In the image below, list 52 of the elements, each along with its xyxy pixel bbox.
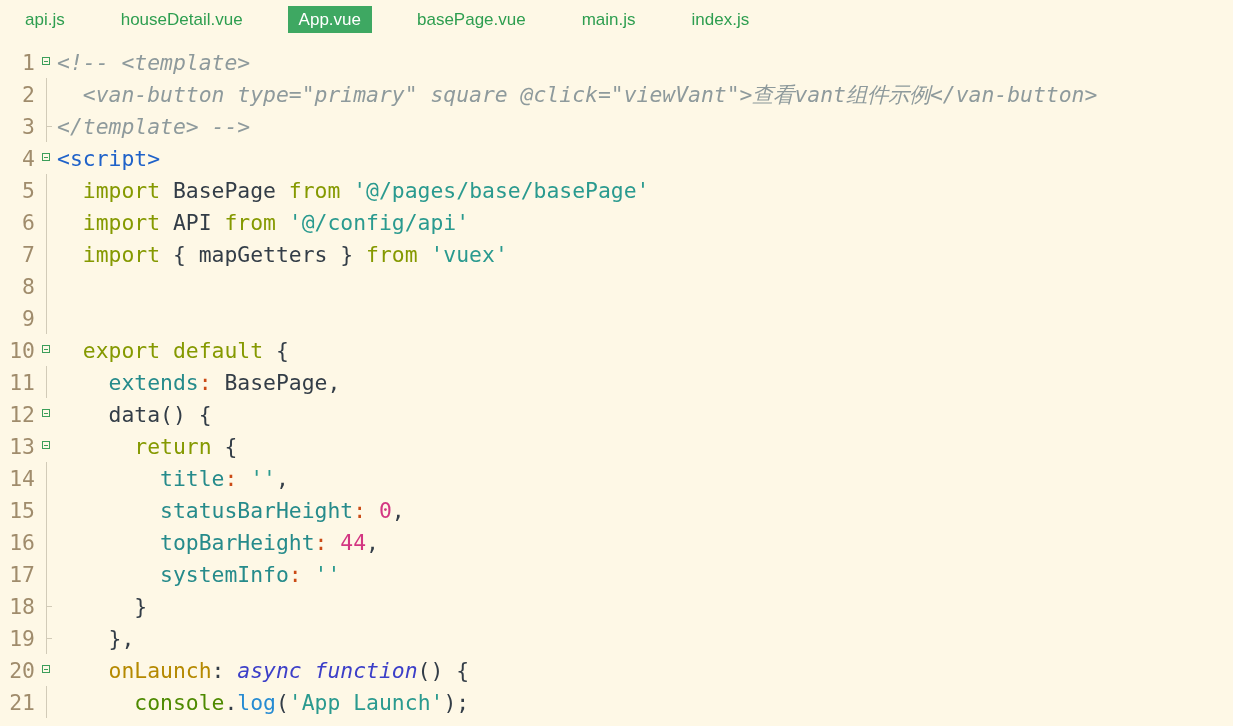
code-line: return { [133,433,238,459]
line-number: 1 [21,49,35,75]
line-number: 15 [8,497,35,523]
fold-icon[interactable] [42,441,50,449]
line-number: 18 [8,593,35,619]
code-line: systemInfo: '' [159,561,341,587]
code-line: statusBarHeight: 0, [159,497,405,523]
code-line: <script> [57,145,161,171]
fold-icon[interactable] [42,153,50,161]
line-number: 14 [8,465,35,491]
line-number: 6 [21,209,35,235]
fold-icon[interactable] [42,345,50,353]
code-line: console.log('App Launch'); [133,689,470,715]
line-number: 5 [21,177,35,203]
line-number: 20 [8,657,35,683]
line-number: 11 [8,369,35,395]
fold-icon[interactable] [42,665,50,673]
file-tab[interactable]: houseDetail.vue [109,6,254,33]
file-tab[interactable]: App.vue [287,6,372,33]
line-number: 10 [8,337,35,363]
code-line: title: '', [159,465,289,491]
code-line: import API from '@/config/api' [81,209,470,235]
line-number: 4 [21,145,35,171]
fold-icon[interactable] [42,409,50,417]
line-number: 12 [8,401,35,427]
code-line: <!-- <template> [57,49,251,75]
code-line: extends: BasePage, [107,369,341,395]
line-number: 8 [21,273,35,299]
line-number: 7 [21,241,35,267]
code-line: import BasePage from '@/pages/base/basePage' [81,177,650,203]
code-line: onLaunch: async function() { [107,657,470,683]
line-number: 2 [21,81,35,107]
code-line: export default { [81,337,289,363]
line-number: 19 [8,625,35,651]
line-number: 16 [8,529,35,555]
file-tab[interactable]: basePage.vue [406,6,537,33]
fold-icon[interactable] [42,57,50,65]
line-number: 17 [8,561,35,587]
code-line: data() { [107,401,212,427]
line-number: 13 [8,433,35,459]
file-tab[interactable]: api.js [14,6,76,33]
code-line: }, [107,625,135,651]
line-number: 3 [21,113,35,139]
code-line: } [133,593,148,619]
file-tab[interactable]: main.js [570,6,647,33]
code-line: <van-button type="primary" square @click="viewVant">查看vant组件示例</van-button> [81,80,1098,109]
code-line: import { mapGetters } from 'vuex' [81,241,508,267]
line-number: 21 [8,689,35,715]
code-line: topBarHeight: 44, [159,529,379,555]
line-number: 9 [21,305,35,331]
file-tab[interactable]: index.js [680,6,761,33]
code-line: </template> --> [57,113,251,139]
